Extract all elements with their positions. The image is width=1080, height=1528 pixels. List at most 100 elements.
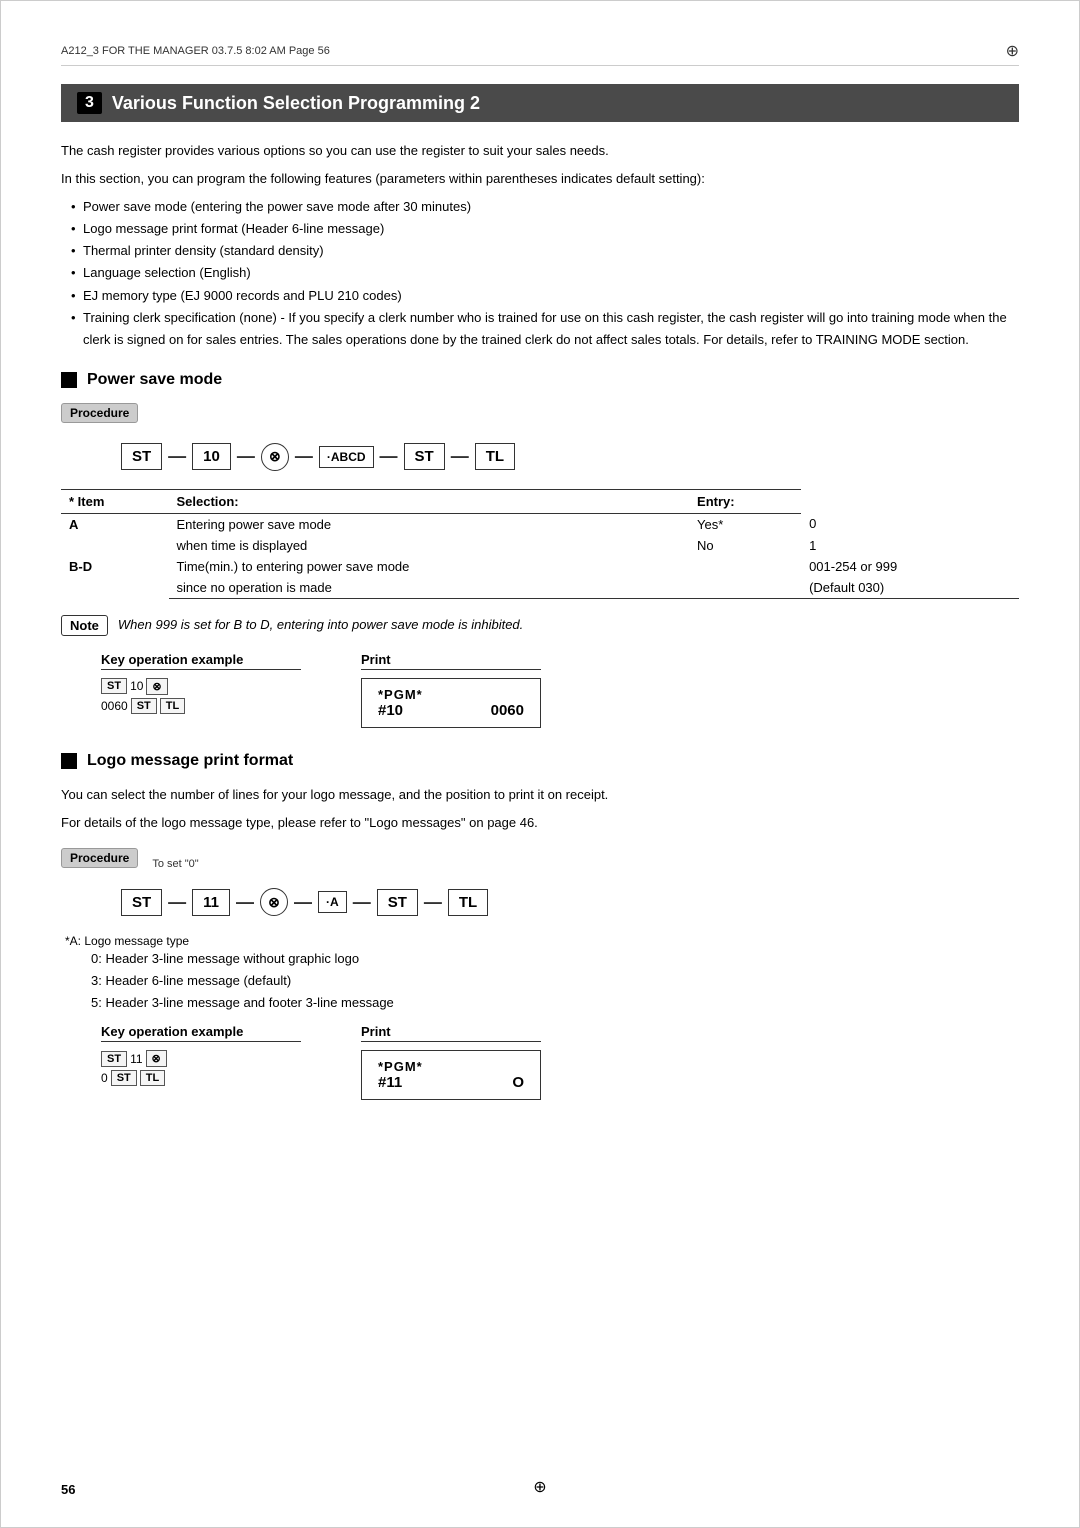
diag2-tl: TL (448, 889, 488, 916)
diag2-st-2: ST (377, 889, 418, 916)
section-title-bar: 3 Various Function Selection Programming… (61, 84, 1019, 122)
print-header-2: Print (361, 1024, 541, 1042)
power-save-heading: Power save mode (61, 371, 1019, 389)
print-col-1: Print *PGM* #10 0060 (361, 652, 541, 728)
diag-tl-1: TL (475, 443, 515, 470)
bullet-0: Power save mode (entering the power save… (71, 196, 1019, 218)
item-bd-desc2: since no operation is made (169, 577, 690, 599)
table-row-bd-2: since no operation is made (Default 030) (61, 577, 1019, 599)
procedure-label-2: Procedure (61, 848, 138, 868)
table-row-a-2: when time is displayed No 1 (61, 535, 1019, 556)
key-st-2: ST (131, 698, 157, 714)
black-square-icon-2 (61, 753, 77, 769)
power-save-diagram: ST — 10 — ⊗ — ·ABCD — ST — TL (121, 443, 1019, 471)
logo-sub-1: 3: Header 6-line message (default) (91, 970, 1019, 992)
procedure-label-1: Procedure (61, 403, 138, 423)
item-a-sel2: No (689, 535, 801, 556)
key-line-1a: ST 10 ⊗ (101, 678, 301, 695)
section-title-text: Various Function Selection Programming 2 (112, 93, 480, 114)
logo-sub-2: 5: Header 3-line message and footer 3-li… (91, 992, 1019, 1014)
logo-sub-bullets: 0: Header 3-line message without graphic… (91, 948, 1019, 1014)
logo-desc2: For details of the logo message type, pl… (61, 812, 1019, 834)
item-a-entry2: 1 (801, 535, 1019, 556)
key-line-2a: ST 11 ⊗ (101, 1050, 301, 1067)
item-bd-entry2: (Default 030) (801, 577, 1019, 599)
key2-0: 0 (101, 1071, 108, 1085)
key-x-1: ⊗ (146, 678, 167, 695)
intro-line2: In this section, you can program the fol… (61, 168, 1019, 190)
key2-st-1: ST (101, 1051, 127, 1067)
header-text: A212_3 FOR THE MANAGER 03.7.5 8:02 AM Pa… (61, 45, 330, 57)
power-save-title: Power save mode (87, 371, 222, 389)
col-selection: Selection: (169, 489, 690, 513)
print-data-line-1: #10 0060 (378, 702, 524, 719)
print-label-2: #11 (378, 1074, 402, 1091)
key-line-2b: 0 ST TL (101, 1070, 301, 1086)
item-a-desc2: when time is displayed (169, 535, 690, 556)
page-header: A212_3 FOR THE MANAGER 03.7.5 8:02 AM Pa… (61, 41, 1019, 66)
to-set-label: To set "0" (152, 858, 198, 870)
key-op-header-2: Key operation example (101, 1024, 301, 1042)
key-tl-1: TL (160, 698, 185, 714)
item-a-entry1: 0 (801, 513, 1019, 535)
note-box-1: Note When 999 is set for B to D, enterin… (61, 615, 1019, 636)
note-label-1: Note (61, 615, 108, 636)
diag2-11: 11 (192, 889, 230, 916)
item-bd-sel1 (689, 556, 801, 577)
key-0060: 0060 (101, 699, 128, 713)
page-number: 56 (61, 1482, 75, 1497)
page: A212_3 FOR THE MANAGER 03.7.5 8:02 AM Pa… (0, 0, 1080, 1528)
note-text-1: When 999 is set for B to D, entering int… (118, 615, 523, 636)
pgm-line-2: *PGM* (378, 1059, 524, 1074)
logo-msg-title: Logo message print format (87, 752, 293, 770)
diag2-arrow-5: — (424, 892, 442, 913)
print-content-1: *PGM* #10 0060 (361, 678, 541, 728)
diag-arrow-2: — (237, 446, 255, 467)
bullet-5: Training clerk specification (none) - If… (71, 307, 1019, 351)
bullet-4: EJ memory type (EJ 9000 records and PLU … (71, 285, 1019, 307)
print-header-1: Print (361, 652, 541, 670)
bullet-1: Logo message print format (Header 6-line… (71, 218, 1019, 240)
print-label-1: #10 (378, 702, 403, 719)
item-a-label: A (61, 513, 169, 556)
diag-arrow-5: — (451, 446, 469, 467)
key-op-header-1: Key operation example (101, 652, 301, 670)
diag-circle-1: ⊗ (261, 443, 289, 471)
col-item: * Item (61, 489, 169, 513)
item-a-sel1: Yes* (689, 513, 801, 535)
diag2-arrow-2: — (236, 892, 254, 913)
print-value-2: O (512, 1074, 524, 1091)
col-entry: Entry: (689, 489, 801, 513)
print-col-2: Print *PGM* #11 O (361, 1024, 541, 1100)
key-line-1b: 0060 ST TL (101, 698, 301, 714)
section-number: 3 (77, 92, 102, 114)
diag2-arrow-1: — (168, 892, 186, 913)
diag-arrow-3: — (295, 446, 313, 467)
diag-abcd: ·ABCD (319, 446, 374, 468)
print-data-line-2: #11 O (378, 1074, 524, 1091)
key2-st-2: ST (111, 1070, 137, 1086)
key2-tl: TL (140, 1070, 165, 1086)
table-row-a-1: A Entering power save mode Yes* 0 (61, 513, 1019, 535)
logo-diagram: ST — 11 — ⊗ — ·A — ST — TL (121, 888, 1019, 916)
key-10: 10 (130, 679, 143, 693)
diag2-arrow-4: — (353, 892, 371, 913)
diag-10: 10 (192, 443, 231, 470)
print-value-1: 0060 (491, 702, 524, 719)
crosshair-bottom: ⊕ (533, 1477, 546, 1497)
diag-st-2: ST (404, 443, 445, 470)
diag2-arrow-3: — (294, 892, 312, 913)
key2-11: 11 (130, 1052, 142, 1066)
crosshair-top: ⊕ (1006, 41, 1019, 61)
logo-msg-heading: Logo message print format (61, 752, 1019, 770)
diag2-circle-1: ⊗ (260, 888, 288, 916)
table-row-bd-1: B-D Time(min.) to entering power save mo… (61, 556, 1019, 577)
logo-sub-0: 0: Header 3-line message without graphic… (91, 948, 1019, 970)
item-bd-desc1: Time(min.) to entering power save mode (169, 556, 690, 577)
item-a-desc1: Entering power save mode (169, 513, 690, 535)
black-square-icon (61, 372, 77, 388)
pgm-line-1: *PGM* (378, 687, 524, 702)
intro-bullets: Power save mode (entering the power save… (71, 196, 1019, 351)
item-bd-sel2 (689, 577, 801, 599)
key-st-1: ST (101, 678, 127, 694)
